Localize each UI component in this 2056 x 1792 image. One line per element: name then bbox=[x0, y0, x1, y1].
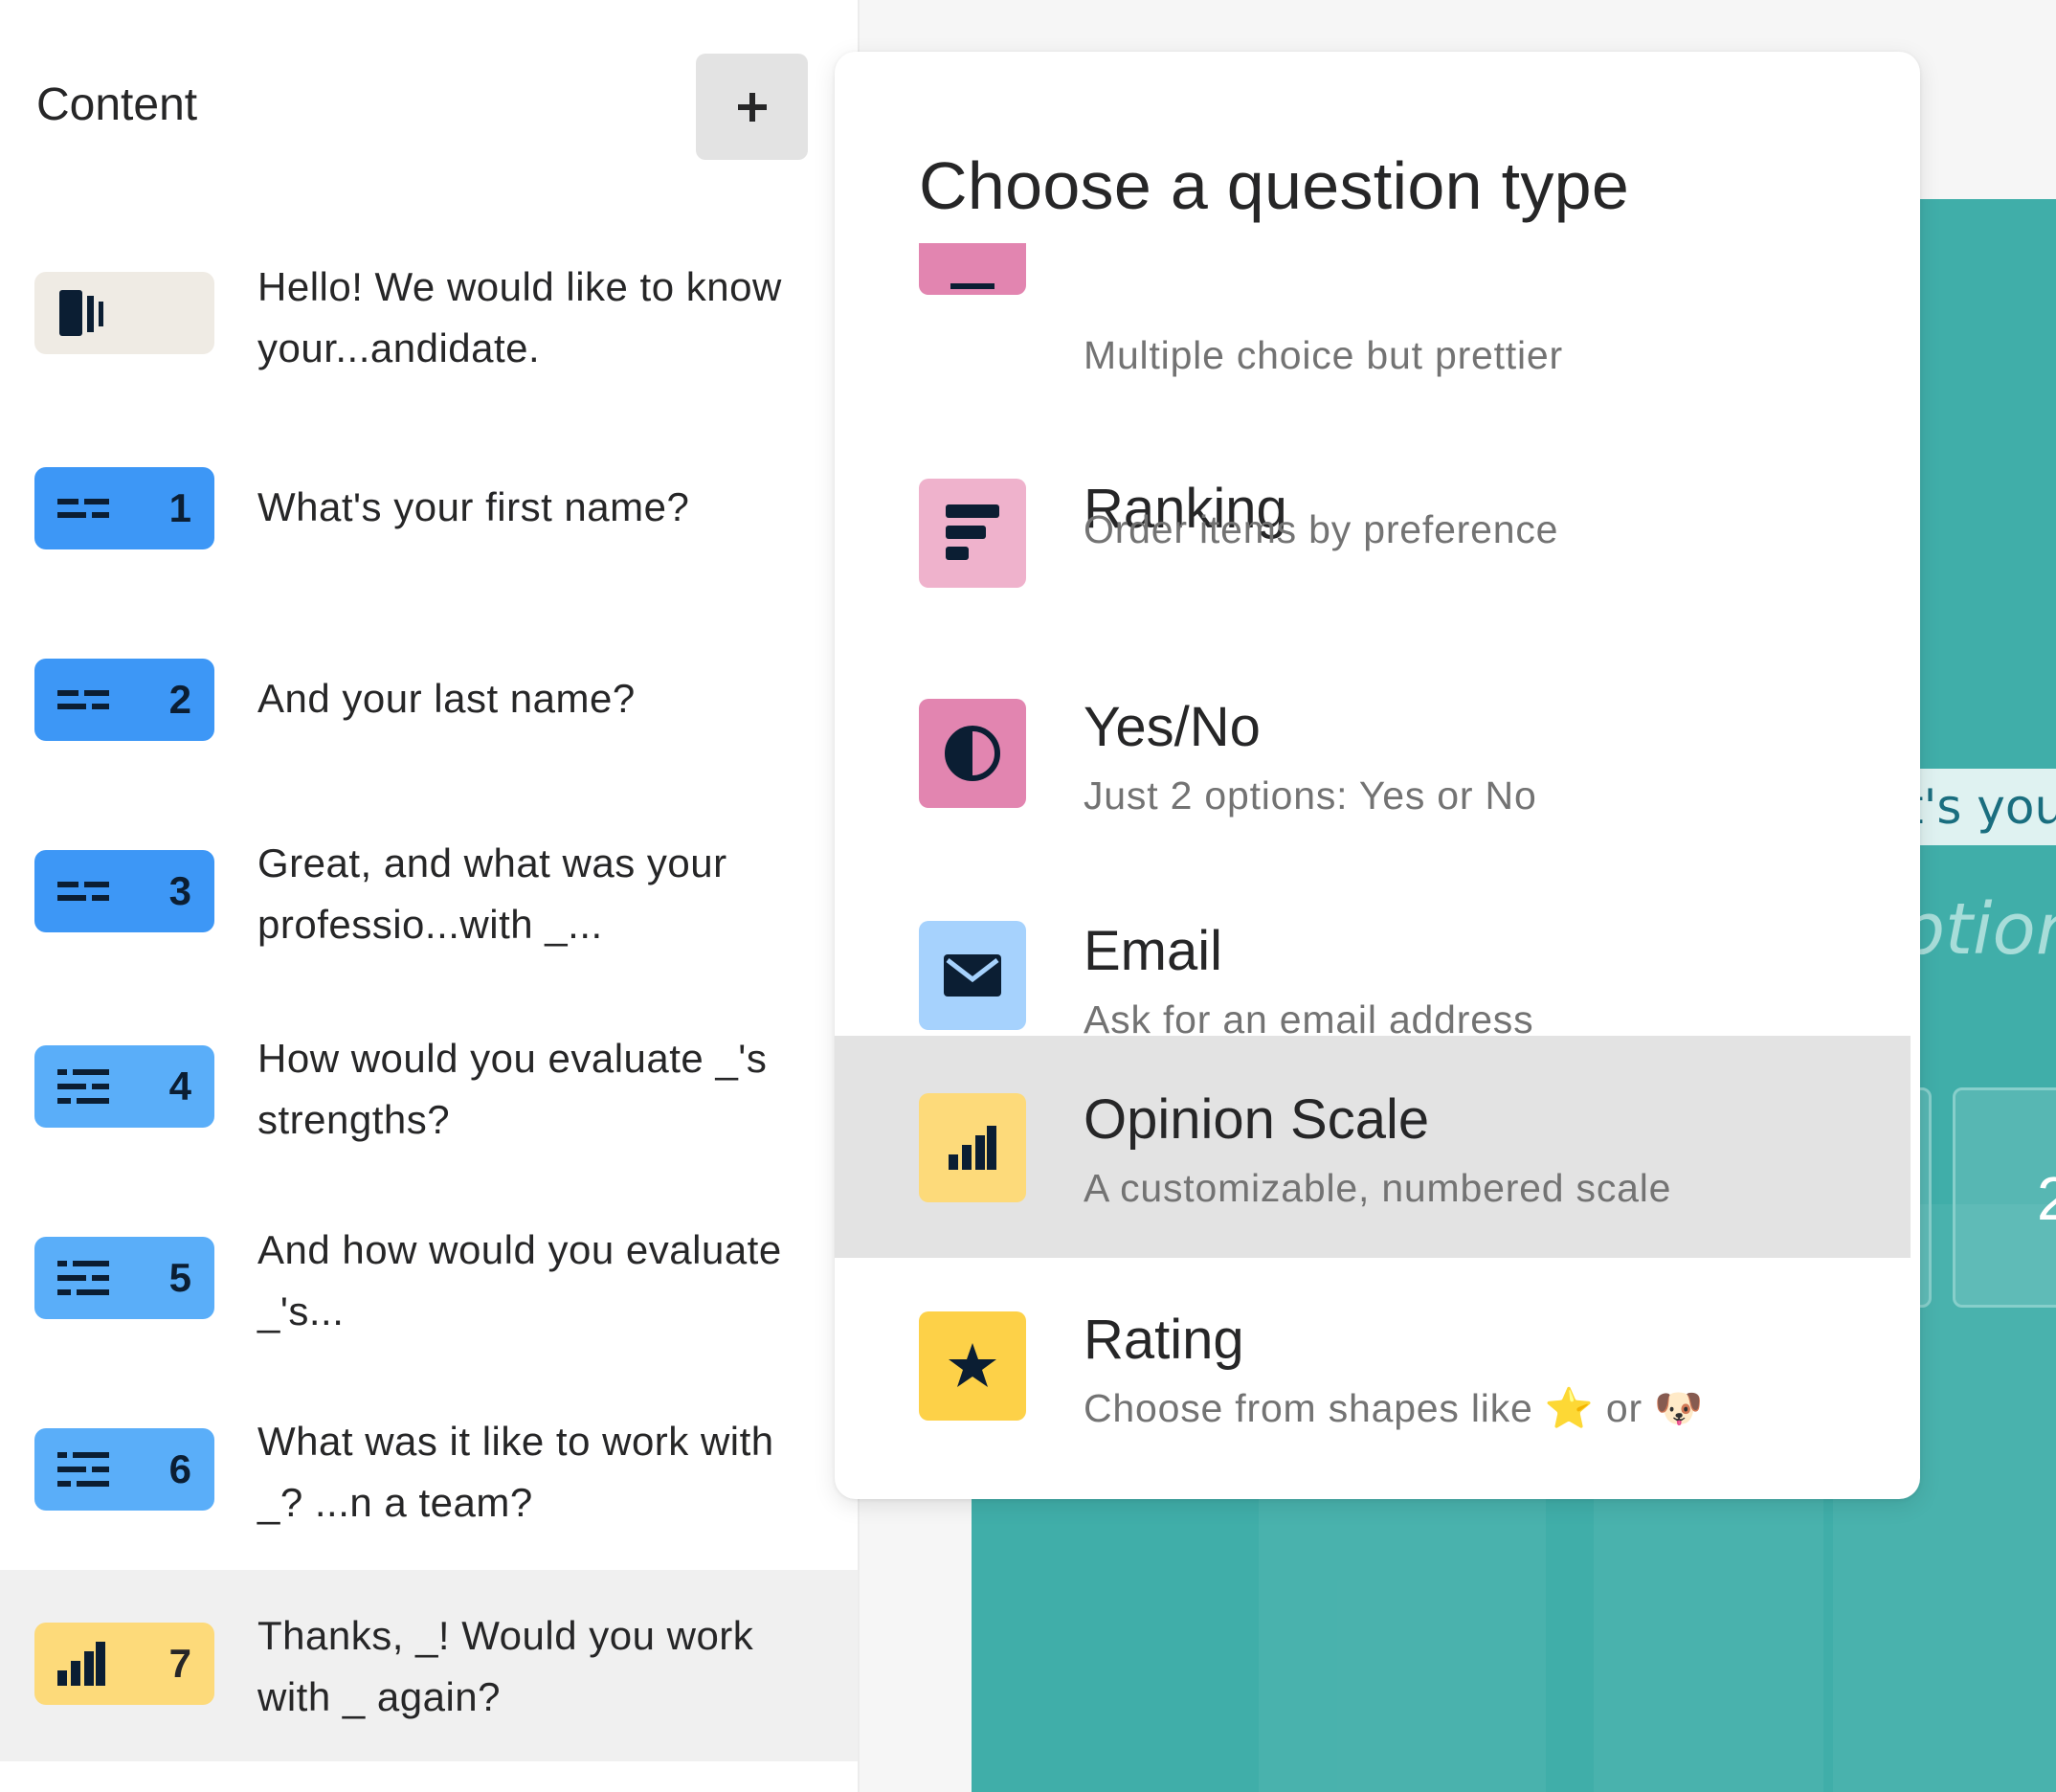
option-yes-no[interactable]: Yes/No Just 2 options: Yes or No bbox=[835, 645, 1911, 867]
long-text-icon bbox=[57, 1261, 109, 1295]
question-item-5[interactable]: 5 And how would you evaluate _'s... bbox=[0, 1181, 858, 1373]
picture-choice-icon bbox=[919, 243, 1026, 295]
question-type-chip bbox=[34, 272, 214, 354]
preview-question-fragment: t's your bbox=[1905, 769, 2056, 845]
option-description: Multiple choice but prettier bbox=[1084, 333, 1563, 377]
question-item-text: Great, and what was your professio...wit… bbox=[257, 840, 727, 947]
question-number: 7 bbox=[168, 1641, 191, 1686]
preview-italic-fragment: ption bbox=[1900, 888, 2056, 971]
question-item-text: And your last name? bbox=[257, 676, 636, 721]
question-item-3[interactable]: 3 Great, and what was your professio...w… bbox=[0, 795, 858, 986]
short-text-icon bbox=[57, 690, 109, 709]
question-item-text: Thanks, _! Would you work with _ again? bbox=[257, 1613, 754, 1719]
question-type-chip: 5 bbox=[34, 1237, 214, 1319]
question-number: 3 bbox=[168, 868, 191, 913]
add-question-button[interactable] bbox=[696, 54, 808, 160]
question-item-text: And how would you evaluate _'s... bbox=[257, 1227, 782, 1333]
question-item-text: How would you evaluate _'s strengths? bbox=[257, 1036, 768, 1142]
question-number: 5 bbox=[168, 1255, 191, 1300]
question-type-chip: 1 bbox=[34, 467, 214, 549]
question-item-welcome[interactable]: Hello! We would like to know your...andi… bbox=[0, 218, 858, 410]
option-description: Choose from shapes like ⭐️ or 🐶 bbox=[1084, 1386, 1704, 1430]
option-label: Opinion Scale bbox=[1084, 1088, 1430, 1151]
question-type-chip: 2 bbox=[34, 659, 214, 741]
option-rating[interactable]: Rating Choose from shapes like ⭐️ or 🐶 bbox=[835, 1258, 1911, 1480]
long-text-icon bbox=[57, 1452, 109, 1487]
question-item-text: Hello! We would like to know your...andi… bbox=[257, 264, 782, 370]
plus-icon bbox=[737, 92, 767, 122]
question-item-text: What's your first name? bbox=[257, 484, 690, 529]
yes-no-icon bbox=[919, 699, 1026, 808]
welcome-screen-icon bbox=[59, 290, 103, 336]
option-picture-choice[interactable]: Multiple choice but prettier bbox=[835, 243, 1911, 387]
option-description: A customizable, numbered scale bbox=[1084, 1166, 1672, 1210]
question-item-4[interactable]: 4 How would you evaluate _'s strengths? bbox=[0, 990, 858, 1181]
question-type-popup: Choose a question type Multiple choice b… bbox=[835, 52, 1920, 1499]
popup-title: Choose a question type bbox=[919, 148, 1630, 223]
question-number: 2 bbox=[168, 677, 191, 722]
short-text-icon bbox=[57, 499, 109, 518]
long-text-icon bbox=[57, 1069, 109, 1104]
option-label: Email bbox=[1084, 920, 1223, 982]
question-item-text: What was it like to work with _? ...n a … bbox=[257, 1419, 774, 1525]
question-type-chip: 7 bbox=[34, 1623, 214, 1705]
question-item-1[interactable]: 1 What's your first name? bbox=[0, 410, 858, 601]
star-icon bbox=[919, 1311, 1026, 1421]
option-label: Rating bbox=[1084, 1309, 1244, 1371]
short-text-icon bbox=[57, 882, 109, 901]
bar-chart-icon bbox=[919, 1093, 1026, 1202]
question-item-7[interactable]: 7 Thanks, _! Would you work with _ again… bbox=[0, 1570, 858, 1761]
option-description: Order items by preference bbox=[1084, 507, 1559, 551]
option-label: Yes/No bbox=[1084, 696, 1261, 758]
option-opinion-scale[interactable]: Opinion Scale A customizable, numbered s… bbox=[835, 1036, 1911, 1258]
question-type-chip: 3 bbox=[34, 850, 214, 932]
question-type-chip: 6 bbox=[34, 1428, 214, 1511]
option-description: Just 2 options: Yes or No bbox=[1084, 773, 1537, 818]
question-item-2[interactable]: 2 And your last name? bbox=[0, 603, 858, 795]
envelope-icon bbox=[919, 921, 1026, 1030]
question-number: 1 bbox=[168, 485, 191, 530]
question-number: 6 bbox=[168, 1446, 191, 1491]
sidebar-title: Content bbox=[36, 79, 198, 130]
preview-scale-number: 2 bbox=[2037, 1164, 2056, 1233]
question-number: 4 bbox=[168, 1064, 191, 1109]
question-type-chip: 4 bbox=[34, 1045, 214, 1128]
opinion-scale-icon bbox=[57, 1642, 105, 1686]
content-sidebar: Content Hello! We would like to know you… bbox=[0, 0, 860, 1792]
question-item-6[interactable]: 6 What was it like to work with _? ...n … bbox=[0, 1373, 858, 1564]
ranking-icon bbox=[919, 479, 1026, 588]
